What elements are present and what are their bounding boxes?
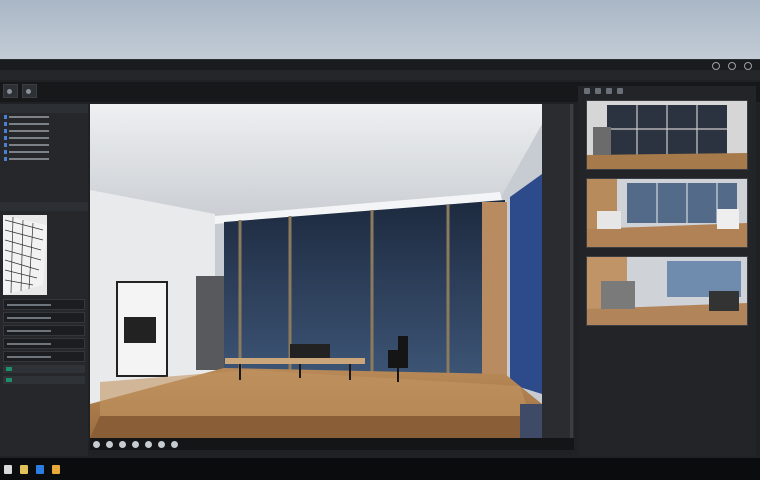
property-row[interactable] — [3, 351, 85, 362]
camera-thumbnail[interactable] — [586, 100, 748, 170]
camera-panel-toolbar — [578, 86, 756, 96]
play-icon — [7, 88, 12, 94]
duplicate-icon[interactable] — [595, 88, 601, 94]
property-row[interactable] — [3, 325, 85, 336]
app-window — [0, 59, 760, 458]
scene-panel-header — [0, 104, 88, 113]
start-icon[interactable] — [4, 465, 12, 474]
edge-icon[interactable] — [36, 465, 44, 474]
property-row[interactable] — [3, 299, 85, 310]
desktop-background — [0, 0, 760, 60]
toolbar-button-play[interactable] — [3, 84, 18, 98]
keyframe-icon — [6, 378, 12, 382]
move-icon[interactable] — [93, 440, 100, 448]
camera-thumbnail[interactable] — [586, 178, 748, 248]
layer-icon — [4, 114, 7, 119]
tree-item[interactable] — [0, 134, 88, 141]
menu-bar — [0, 70, 760, 80]
light-icon[interactable] — [145, 440, 152, 448]
viewport-toolbar — [90, 438, 574, 450]
tree-item[interactable] — [0, 141, 88, 148]
timeline-row[interactable] — [3, 376, 85, 384]
layers-panel-header — [0, 202, 88, 211]
layer-icon — [4, 149, 7, 154]
rotate-icon[interactable] — [106, 440, 113, 448]
property-row[interactable] — [3, 338, 85, 349]
title-bar — [0, 60, 760, 70]
layer-icon — [4, 128, 7, 133]
tree-item[interactable] — [0, 120, 88, 127]
material-preview[interactable] — [3, 215, 47, 295]
layer-icon — [4, 121, 7, 126]
close-button[interactable] — [744, 62, 752, 70]
property-list — [0, 299, 88, 362]
3d-viewport[interactable] — [90, 104, 542, 438]
layer-icon — [4, 142, 7, 147]
taskbar — [0, 459, 760, 480]
property-row[interactable] — [3, 312, 85, 323]
camera-icon[interactable] — [132, 440, 139, 448]
toolbar-button-view[interactable] — [22, 84, 37, 98]
tree-item[interactable] — [0, 113, 88, 120]
left-panel — [0, 104, 88, 456]
scale-icon[interactable] — [119, 440, 126, 448]
viewport-render — [90, 104, 542, 438]
camera-thumbnail[interactable] — [586, 256, 748, 326]
delete-icon[interactable] — [606, 88, 612, 94]
camera-panel — [578, 86, 756, 456]
window-controls — [712, 62, 752, 70]
vertical-scrollbar[interactable] — [570, 104, 573, 438]
timeline-row[interactable] — [3, 365, 85, 373]
explorer-icon[interactable] — [20, 465, 28, 474]
tree-item[interactable] — [0, 127, 88, 134]
minimize-button[interactable] — [712, 62, 720, 70]
scene-tree — [0, 113, 88, 162]
grid-icon[interactable] — [171, 440, 178, 448]
tree-item[interactable] — [0, 155, 88, 162]
add-camera-icon[interactable] — [584, 88, 590, 94]
viewport-side-strip — [542, 104, 574, 438]
view-icon — [26, 88, 31, 94]
maximize-button[interactable] — [728, 62, 736, 70]
render-icon[interactable] — [158, 440, 165, 448]
layer-icon — [4, 156, 7, 161]
folder-icon[interactable] — [52, 465, 60, 474]
layer-icon — [4, 135, 7, 140]
settings-icon[interactable] — [617, 88, 623, 94]
tree-item[interactable] — [0, 148, 88, 155]
keyframe-icon — [6, 367, 12, 371]
